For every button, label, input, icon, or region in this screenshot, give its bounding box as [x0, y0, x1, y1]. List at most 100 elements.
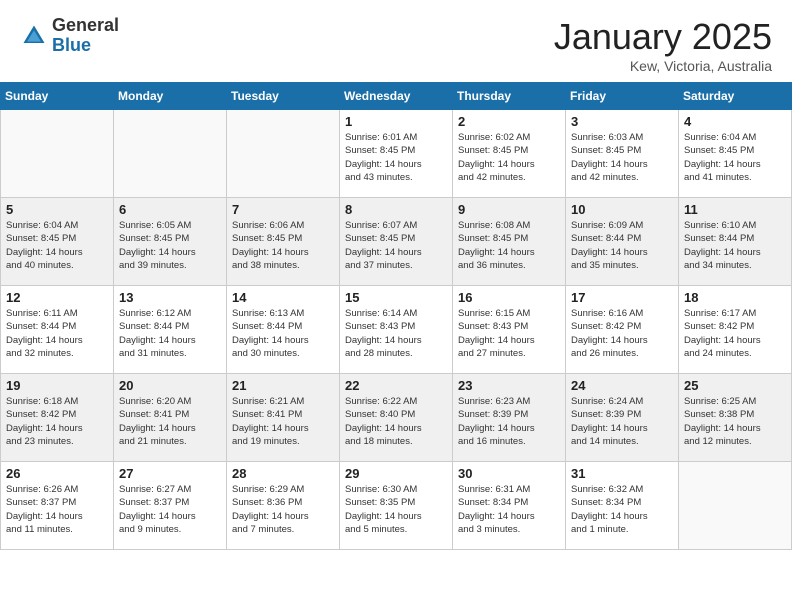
weekday-header-friday: Friday — [566, 83, 679, 110]
day-info: Sunrise: 6:30 AM Sunset: 8:35 PM Dayligh… — [345, 483, 447, 536]
day-info: Sunrise: 6:27 AM Sunset: 8:37 PM Dayligh… — [119, 483, 221, 536]
calendar-day-cell: 31Sunrise: 6:32 AM Sunset: 8:34 PM Dayli… — [566, 462, 679, 550]
weekday-header-monday: Monday — [114, 83, 227, 110]
calendar-day-cell: 18 Sunrise: 6:17 AM Sunset: 8:42 PM Dayli… — [679, 286, 792, 374]
logo-text: General Blue — [52, 16, 119, 56]
logo: General Blue — [20, 16, 119, 56]
month-title: January 2025 — [554, 16, 772, 58]
day-number: 26 — [6, 466, 108, 481]
calendar-day-cell: 10 Sunrise: 6:09 AM Sunset: 8:44 PM Dayli… — [566, 198, 679, 286]
day-number: 14 — [232, 290, 334, 305]
day-info: Sunrise: 6:18 AM Sunset: 8:42 PM Dayligh… — [6, 395, 108, 448]
calendar-body: 1 Sunrise: 6:01 AM Sunset: 8:45 PM Daylig… — [1, 110, 792, 550]
day-number: 27 — [119, 466, 221, 481]
day-info: Sunrise: 6:12 AM Sunset: 8:44 PM Dayligh… — [119, 307, 221, 360]
day-number: 8 — [345, 202, 447, 217]
calendar-day-cell — [679, 462, 792, 550]
calendar-week-row: 1 Sunrise: 6:01 AM Sunset: 8:45 PM Daylig… — [1, 110, 792, 198]
day-info: Sunrise: 6:16 AM Sunset: 8:42 PM Dayligh… — [571, 307, 673, 360]
calendar-day-cell: 5 Sunrise: 6:04 AM Sunset: 8:45 PM Daylig… — [1, 198, 114, 286]
day-info: Sunrise: 6:03 AM Sunset: 8:45 PM Dayligh… — [571, 131, 673, 184]
calendar-week-row: 12 Sunrise: 6:11 AM Sunset: 8:44 PM Dayli… — [1, 286, 792, 374]
day-number: 10 — [571, 202, 673, 217]
calendar-day-cell: 29 Sunrise: 6:30 AM Sunset: 8:35 PM Dayli… — [340, 462, 453, 550]
day-number: 16 — [458, 290, 560, 305]
calendar-day-cell: 25 Sunrise: 6:25 AM Sunset: 8:38 PM Dayli… — [679, 374, 792, 462]
calendar-day-cell: 26Sunrise: 6:26 AM Sunset: 8:37 PM Dayli… — [1, 462, 114, 550]
calendar-table: SundayMondayTuesdayWednesdayThursdayFrid… — [0, 82, 792, 550]
weekday-header-wednesday: Wednesday — [340, 83, 453, 110]
calendar-week-row: 26Sunrise: 6:26 AM Sunset: 8:37 PM Dayli… — [1, 462, 792, 550]
calendar-day-cell — [114, 110, 227, 198]
day-info: Sunrise: 6:32 AM Sunset: 8:34 PM Dayligh… — [571, 483, 673, 536]
day-number: 17 — [571, 290, 673, 305]
day-number: 1 — [345, 114, 447, 129]
day-info: Sunrise: 6:24 AM Sunset: 8:39 PM Dayligh… — [571, 395, 673, 448]
day-number: 4 — [684, 114, 786, 129]
day-number: 19 — [6, 378, 108, 393]
day-info: Sunrise: 6:20 AM Sunset: 8:41 PM Dayligh… — [119, 395, 221, 448]
day-info: Sunrise: 6:06 AM Sunset: 8:45 PM Dayligh… — [232, 219, 334, 272]
calendar-day-cell: 22 Sunrise: 6:22 AM Sunset: 8:40 PM Dayli… — [340, 374, 453, 462]
page: General Blue January 2025 Kew, Victoria,… — [0, 0, 792, 612]
day-number: 25 — [684, 378, 786, 393]
day-number: 23 — [458, 378, 560, 393]
day-info: Sunrise: 6:02 AM Sunset: 8:45 PM Dayligh… — [458, 131, 560, 184]
day-number: 28 — [232, 466, 334, 481]
day-info: Sunrise: 6:17 AM Sunset: 8:42 PM Dayligh… — [684, 307, 786, 360]
calendar-week-row: 19 Sunrise: 6:18 AM Sunset: 8:42 PM Dayli… — [1, 374, 792, 462]
day-number: 7 — [232, 202, 334, 217]
weekday-header-sunday: Sunday — [1, 83, 114, 110]
calendar-day-cell: 13Sunrise: 6:12 AM Sunset: 8:44 PM Dayli… — [114, 286, 227, 374]
day-info: Sunrise: 6:01 AM Sunset: 8:45 PM Dayligh… — [345, 131, 447, 184]
day-number: 20 — [119, 378, 221, 393]
calendar-day-cell — [227, 110, 340, 198]
day-info: Sunrise: 6:10 AM Sunset: 8:44 PM Dayligh… — [684, 219, 786, 272]
logo-icon — [20, 22, 48, 50]
calendar-week-row: 5 Sunrise: 6:04 AM Sunset: 8:45 PM Daylig… — [1, 198, 792, 286]
day-info: Sunrise: 6:11 AM Sunset: 8:44 PM Dayligh… — [6, 307, 108, 360]
calendar-day-cell: 8Sunrise: 6:07 AM Sunset: 8:45 PM Daylig… — [340, 198, 453, 286]
day-number: 30 — [458, 466, 560, 481]
day-info: Sunrise: 6:13 AM Sunset: 8:44 PM Dayligh… — [232, 307, 334, 360]
calendar-day-cell — [1, 110, 114, 198]
calendar-day-cell: 14 Sunrise: 6:13 AM Sunset: 8:44 PM Dayli… — [227, 286, 340, 374]
calendar-day-cell: 27 Sunrise: 6:27 AM Sunset: 8:37 PM Dayli… — [114, 462, 227, 550]
weekday-header-thursday: Thursday — [453, 83, 566, 110]
day-number: 12 — [6, 290, 108, 305]
calendar-day-cell: 20 Sunrise: 6:20 AM Sunset: 8:41 PM Dayli… — [114, 374, 227, 462]
calendar-day-cell: 21 Sunrise: 6:21 AM Sunset: 8:41 PM Dayli… — [227, 374, 340, 462]
day-number: 11 — [684, 202, 786, 217]
day-info: Sunrise: 6:15 AM Sunset: 8:43 PM Dayligh… — [458, 307, 560, 360]
day-number: 22 — [345, 378, 447, 393]
weekday-header-row: SundayMondayTuesdayWednesdayThursdayFrid… — [1, 83, 792, 110]
calendar-day-cell: 23Sunrise: 6:23 AM Sunset: 8:39 PM Dayli… — [453, 374, 566, 462]
day-number: 2 — [458, 114, 560, 129]
calendar-header: SundayMondayTuesdayWednesdayThursdayFrid… — [1, 83, 792, 110]
calendar-day-cell: 12 Sunrise: 6:11 AM Sunset: 8:44 PM Dayli… — [1, 286, 114, 374]
logo-general: General — [52, 16, 119, 36]
day-info: Sunrise: 6:31 AM Sunset: 8:34 PM Dayligh… — [458, 483, 560, 536]
calendar-day-cell: 24 Sunrise: 6:24 AM Sunset: 8:39 PM Dayli… — [566, 374, 679, 462]
day-info: Sunrise: 6:25 AM Sunset: 8:38 PM Dayligh… — [684, 395, 786, 448]
day-number: 15 — [345, 290, 447, 305]
day-info: Sunrise: 6:04 AM Sunset: 8:45 PM Dayligh… — [6, 219, 108, 272]
day-info: Sunrise: 6:09 AM Sunset: 8:44 PM Dayligh… — [571, 219, 673, 272]
calendar-day-cell: 3Sunrise: 6:03 AM Sunset: 8:45 PM Daylig… — [566, 110, 679, 198]
title-block: January 2025 Kew, Victoria, Australia — [554, 16, 772, 74]
day-info: Sunrise: 6:05 AM Sunset: 8:45 PM Dayligh… — [119, 219, 221, 272]
calendar-day-cell: 15 Sunrise: 6:14 AM Sunset: 8:43 PM Dayli… — [340, 286, 453, 374]
day-number: 5 — [6, 202, 108, 217]
calendar-day-cell: 2 Sunrise: 6:02 AM Sunset: 8:45 PM Daylig… — [453, 110, 566, 198]
day-number: 18 — [684, 290, 786, 305]
location: Kew, Victoria, Australia — [554, 58, 772, 74]
day-info: Sunrise: 6:21 AM Sunset: 8:41 PM Dayligh… — [232, 395, 334, 448]
calendar-day-cell: 28Sunrise: 6:29 AM Sunset: 8:36 PM Dayli… — [227, 462, 340, 550]
calendar-day-cell: 17 Sunrise: 6:16 AM Sunset: 8:42 PM Dayli… — [566, 286, 679, 374]
logo-blue: Blue — [52, 36, 119, 56]
day-number: 24 — [571, 378, 673, 393]
day-info: Sunrise: 6:14 AM Sunset: 8:43 PM Dayligh… — [345, 307, 447, 360]
day-info: Sunrise: 6:22 AM Sunset: 8:40 PM Dayligh… — [345, 395, 447, 448]
day-number: 29 — [345, 466, 447, 481]
day-number: 21 — [232, 378, 334, 393]
